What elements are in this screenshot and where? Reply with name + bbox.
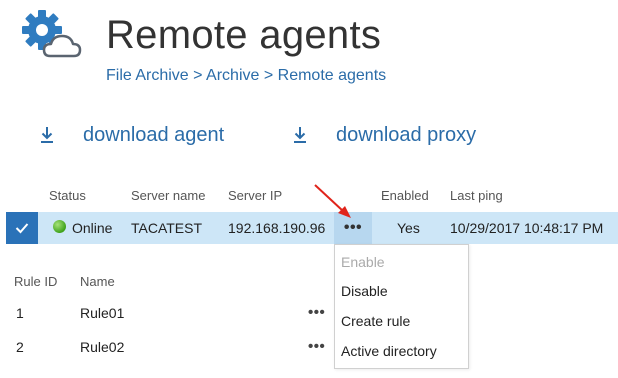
- download-icon: [294, 127, 306, 143]
- last-ping-cell: 10/29/2017 10:48:17 PM: [450, 220, 604, 236]
- row-context-menu: Enable Disable Create rule Active direct…: [334, 244, 469, 369]
- rule-id-cell: 1: [16, 305, 24, 321]
- rule-id-cell: 2: [16, 339, 24, 355]
- agents-grid-header: Status Server name Server IP Enabled Las…: [0, 187, 618, 205]
- download-proxy-label: download proxy: [336, 124, 477, 146]
- column-header-name[interactable]: Name: [80, 273, 115, 291]
- column-header-status[interactable]: Status: [49, 187, 86, 205]
- row-more-actions-button[interactable]: •••: [308, 302, 325, 324]
- menu-item-create-rule[interactable]: Create rule: [341, 311, 410, 331]
- enabled-cell: Yes: [397, 220, 420, 236]
- column-header-enabled[interactable]: Enabled: [381, 187, 429, 205]
- table-row[interactable]: 1 Rule01 •••: [0, 302, 330, 324]
- download-proxy-button[interactable]: download proxy: [293, 122, 476, 148]
- rule-name-cell: Rule01: [80, 305, 125, 321]
- download-icon: [41, 127, 53, 143]
- server-name-cell: TACATEST: [131, 220, 203, 236]
- menu-item-active-directory[interactable]: Active directory: [341, 341, 437, 361]
- status-text: Online: [72, 220, 113, 236]
- download-agent-label: download agent: [83, 124, 225, 146]
- menu-item-disable[interactable]: Disable: [341, 281, 388, 301]
- annotation-arrow-icon: [314, 184, 351, 218]
- gear-cloud-icon: [22, 10, 82, 58]
- page-title: Remote agents: [106, 13, 382, 57]
- menu-item-enable: Enable: [341, 254, 385, 270]
- download-agent-button[interactable]: download agent: [40, 122, 224, 148]
- column-header-server-name[interactable]: Server name: [131, 187, 205, 205]
- rule-name-cell: Rule02: [80, 339, 125, 355]
- column-header-server-ip[interactable]: Server IP: [228, 187, 282, 205]
- checkmark-icon: [15, 223, 29, 234]
- row-more-actions-button[interactable]: •••: [308, 336, 325, 358]
- column-header-rule-id[interactable]: Rule ID: [14, 273, 57, 291]
- breadcrumb[interactable]: File Archive > Archive > Remote agents: [106, 66, 386, 86]
- status-online-icon: [53, 220, 66, 233]
- rules-grid-header: Rule ID Name: [0, 273, 330, 291]
- row-select-checkbox[interactable]: [6, 212, 38, 244]
- column-header-last-ping[interactable]: Last ping: [450, 187, 503, 205]
- table-row[interactable]: 2 Rule02 •••: [0, 336, 330, 358]
